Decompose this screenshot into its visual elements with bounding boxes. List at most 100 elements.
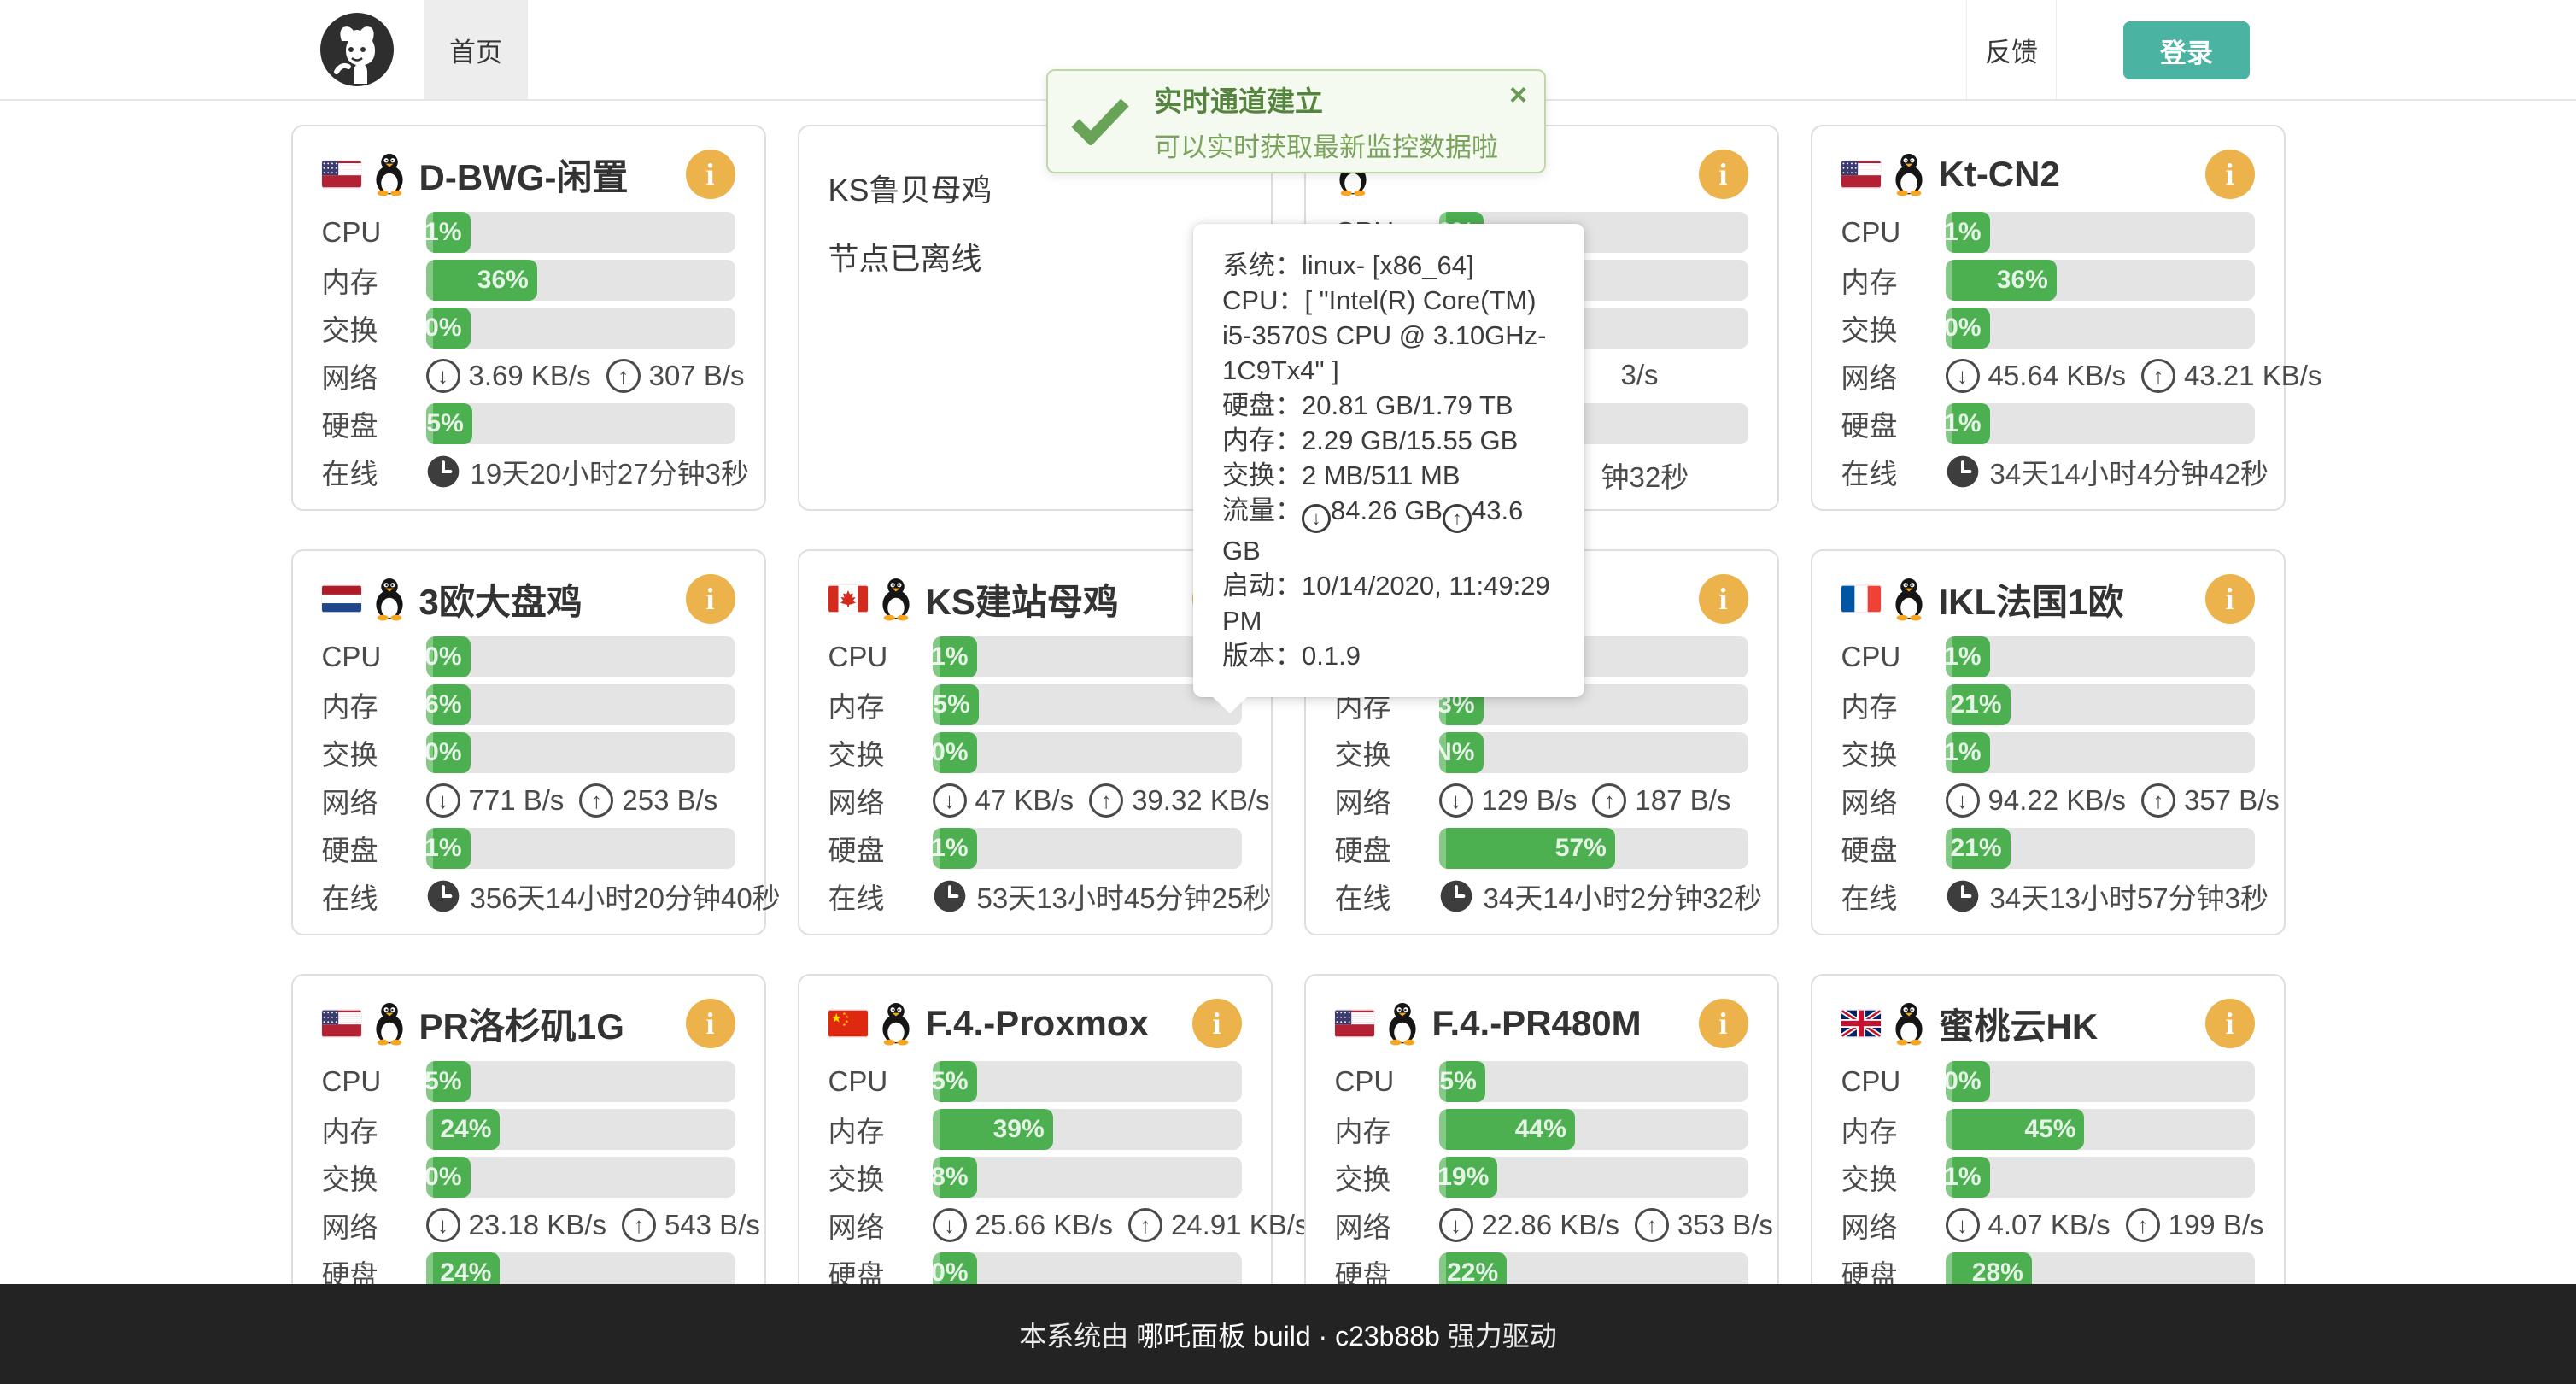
stat-row-net: 网络↓129 B/s↑187 B/s xyxy=(1335,780,1748,821)
disk-progressbar: 21% xyxy=(1946,828,2255,869)
cpu-percent: 1% xyxy=(1946,642,1990,671)
disk-percent: 1% xyxy=(426,834,471,863)
tooltip-row: CPU：[ "Intel(R) Core(TM) i5-3570S CPU @ … xyxy=(1222,283,1555,388)
stat-row-cpu: CPU1% xyxy=(828,636,1242,677)
cpu-progressbar: 1% xyxy=(426,212,735,253)
stat-row-net: 网络↓22.86 KB/s↑353 B/s xyxy=(1335,1205,1748,1246)
swap-percent: 0% xyxy=(933,738,977,767)
footer-panel-link[interactable]: 哪吒面板 build · c23b88b xyxy=(1136,1315,1440,1354)
info-icon[interactable]: i xyxy=(1699,150,1748,199)
stat-label: 网络 xyxy=(828,780,933,821)
stat-label: CPU xyxy=(1841,216,1946,249)
offline-status-text: 节点已离线 xyxy=(828,234,1242,279)
stat-label: 网络 xyxy=(322,1205,426,1246)
country-flag-cn-icon xyxy=(828,1010,868,1037)
stat-row-mem: 内存36% xyxy=(1841,260,2255,301)
info-icon[interactable]: i xyxy=(2205,574,2255,624)
mem-progressbar: 45% xyxy=(1946,1109,2255,1150)
disk-percent: 57% xyxy=(1555,834,1615,863)
cpu-progressbar: 5% xyxy=(933,1061,1242,1102)
info-icon[interactable]: i xyxy=(1192,999,1242,1048)
card-title-row: 蜜桃云HKi xyxy=(1841,996,2255,1051)
cpu-progressbar: 1% xyxy=(1946,636,2255,677)
upload-arrow-icon: ↑ xyxy=(622,1208,656,1242)
download-arrow-icon: ↓ xyxy=(1439,783,1473,818)
toast-close-icon[interactable]: × xyxy=(1509,79,1527,110)
linux-tux-icon xyxy=(372,577,407,621)
net-down-value: 4.07 KB/s xyxy=(1988,1209,2111,1241)
stat-row-swap: 交换0% xyxy=(322,1157,735,1198)
stat-label: 硬盘 xyxy=(322,403,426,444)
linux-tux-icon xyxy=(878,1001,914,1046)
stat-label: 交换 xyxy=(1335,1157,1439,1198)
stat-row-cpu: CPU5% xyxy=(322,1061,735,1102)
country-flag-nl-icon xyxy=(322,585,361,613)
upload-arrow-icon: ↑ xyxy=(2141,359,2175,393)
info-icon[interactable]: i xyxy=(686,574,735,624)
download-arrow-icon: ↓ xyxy=(1439,1208,1473,1242)
stat-label: 网络 xyxy=(322,780,426,821)
tooltip-label: 流量： xyxy=(1222,496,1302,525)
stat-row-net: 网络↓47 KB/s↑39.32 KB/s xyxy=(828,780,1242,821)
stat-row-online: 在线53天13小时45分钟25秒 xyxy=(828,876,1242,917)
info-icon[interactable]: i xyxy=(686,150,735,199)
footer-text-suffix: 强力驱动 xyxy=(1440,1315,1557,1354)
server-name: D-BWG-闲置 xyxy=(419,149,629,201)
mem-percent: 36% xyxy=(1997,266,2057,295)
disk-percent: 21% xyxy=(1950,834,2010,863)
stat-row-online: 在线356天14小时20分钟40秒 xyxy=(322,876,735,917)
info-icon[interactable]: i xyxy=(2205,999,2255,1048)
stat-label: CPU xyxy=(828,1065,933,1098)
stat-label: CPU xyxy=(1335,1065,1439,1098)
download-arrow-icon: ↓ xyxy=(426,1208,460,1242)
net-up-value: 307 B/s xyxy=(649,360,745,392)
linux-tux-icon xyxy=(372,1001,407,1046)
stat-label: 网络 xyxy=(322,355,426,396)
login-button[interactable]: 登录 xyxy=(2123,21,2250,79)
linux-tux-icon xyxy=(878,577,914,621)
stat-label: 网络 xyxy=(1841,780,1946,821)
net-up-value: 3/s xyxy=(1621,359,1659,391)
stat-row-swap: 交换0% xyxy=(828,732,1242,773)
clock-icon xyxy=(933,879,967,913)
stat-label: CPU xyxy=(1841,641,1946,673)
stat-label: 内存 xyxy=(322,260,426,301)
info-icon[interactable]: i xyxy=(1699,574,1748,624)
stat-row-swap: 交换0% xyxy=(322,732,735,773)
stat-row-disk: 硬盘1% xyxy=(828,828,1242,869)
cpu-progressbar: 1% xyxy=(1946,212,2255,253)
info-icon[interactable]: i xyxy=(2205,150,2255,199)
swap-progressbar: 0% xyxy=(426,1157,735,1198)
stat-row-disk: 硬盘21% xyxy=(1841,828,2255,869)
net-up-value: 357 B/s xyxy=(2184,784,2280,817)
stat-label: CPU xyxy=(322,216,426,249)
mem-percent: 44% xyxy=(1515,1115,1575,1144)
swap-percent: 0% xyxy=(426,738,471,767)
mem-percent: 24% xyxy=(440,1115,500,1144)
net-down-value: 23.18 KB/s xyxy=(469,1209,606,1241)
net-up-value: 187 B/s xyxy=(1635,784,1730,817)
country-flag-us-icon xyxy=(1335,1010,1374,1037)
linux-tux-icon xyxy=(1891,1001,1927,1046)
mem-percent: 39% xyxy=(993,1115,1053,1144)
stat-label: 在线 xyxy=(1841,451,1946,492)
info-icon[interactable]: i xyxy=(1699,999,1748,1048)
net-up-value: 353 B/s xyxy=(1677,1209,1773,1241)
footer-bar: 本系统由 哪吒面板 build · c23b88b 强力驱动 xyxy=(0,1284,2576,1384)
nav-tab-home[interactable]: 首页 xyxy=(424,0,528,99)
stat-row-net: 网络↓45.64 KB/s↑43.21 KB/s xyxy=(1841,355,2255,396)
mem-percent: 6% xyxy=(426,690,471,719)
stat-label: 交换 xyxy=(1335,732,1439,773)
nav-feedback-link[interactable]: 反馈 xyxy=(1966,0,2057,99)
tooltip-row: 系统：linux- [x86_64] xyxy=(1222,248,1555,283)
server-name: PR洛杉矶1G xyxy=(419,998,624,1050)
stat-row-online: 在线19天20小时27分钟3秒 xyxy=(322,451,735,492)
stat-row-net: 网络↓4.07 KB/s↑199 B/s xyxy=(1841,1205,2255,1246)
cpu-percent: 5% xyxy=(426,1067,471,1096)
card-title-row: F.4.-Proxmoxi xyxy=(828,996,1242,1051)
swap-percent: 0% xyxy=(426,314,471,343)
download-arrow-icon: ↓ xyxy=(1302,504,1331,533)
site-logo-avatar[interactable] xyxy=(319,12,395,87)
info-icon[interactable]: i xyxy=(686,999,735,1048)
stat-row-online: 在线34天13小时57分钟3秒 xyxy=(1841,876,2255,917)
